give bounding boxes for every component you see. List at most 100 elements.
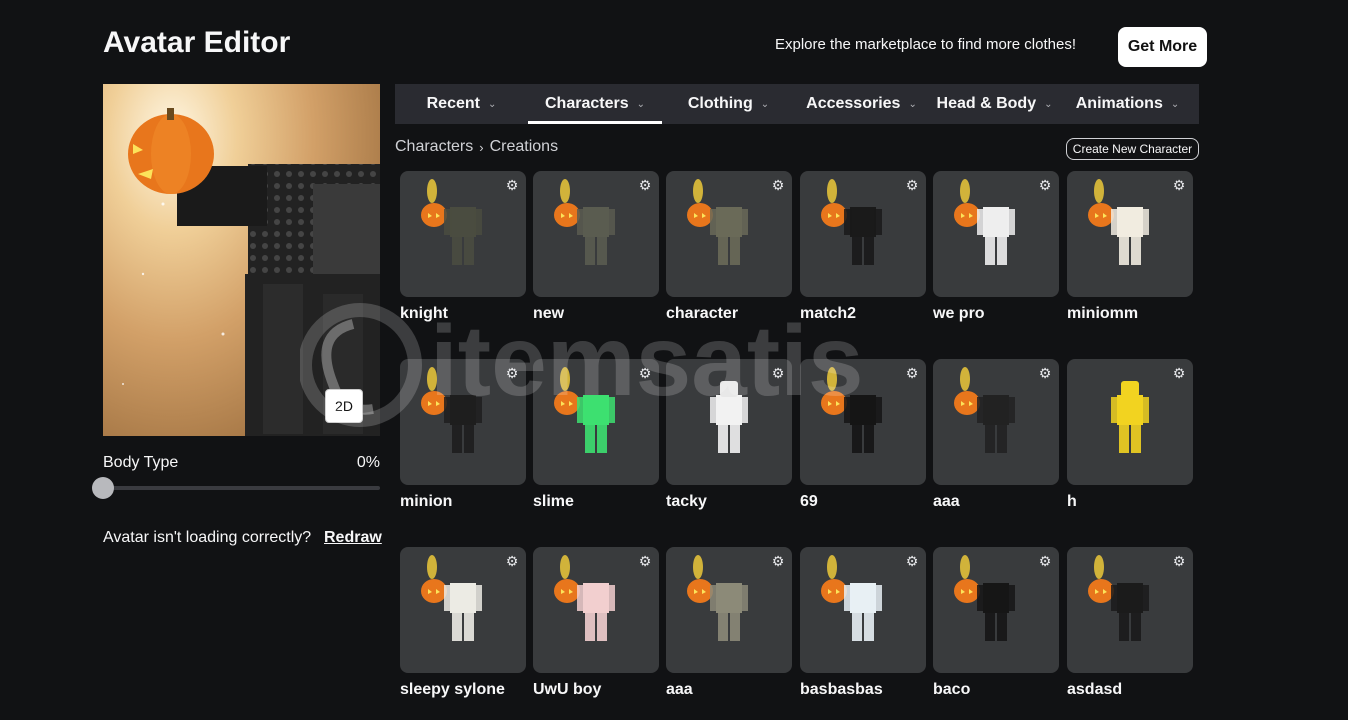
character-card[interactable]: ⚙ match2 [800, 171, 926, 339]
character-name: new [533, 305, 565, 322]
character-name: baco [933, 681, 971, 698]
character-card[interactable]: ⚙ basbasbas [800, 547, 926, 715]
gear-icon[interactable]: ⚙ [504, 365, 520, 381]
gear-icon[interactable]: ⚙ [770, 553, 786, 569]
tab-characters[interactable]: Characters ⌄ [528, 84, 662, 124]
get-more-button[interactable]: Get More [1118, 27, 1207, 67]
character-card[interactable]: ⚙ minion [400, 359, 526, 527]
sparkles [122, 202, 225, 385]
chevron-down-icon: ⌄ [1044, 98, 1053, 110]
breadcrumb-parent[interactable]: Characters [395, 138, 473, 156]
gear-icon[interactable]: ⚙ [770, 365, 786, 381]
tab-accessories[interactable]: Accessories ⌄ [795, 84, 928, 124]
body-type-slider-thumb[interactable] [92, 477, 114, 499]
character-thumbnail[interactable]: ⚙ [666, 359, 792, 485]
character-thumbnail[interactable]: ⚙ [400, 547, 526, 673]
character-name: minion [400, 493, 453, 510]
toggle-2d-button[interactable]: 2D [325, 389, 363, 423]
character-card[interactable]: ⚙ baco [933, 547, 1059, 715]
character-card[interactable]: ⚙ miniomm [1067, 171, 1193, 339]
breadcrumb-current: Creations [489, 138, 559, 155]
character-card[interactable]: ⚙ asdasd [1067, 547, 1193, 715]
avatar-loading-text: Avatar isn't loading correctly? [103, 529, 312, 546]
gear-icon[interactable]: ⚙ [1037, 177, 1053, 193]
tab-animations[interactable]: Animations ⌄ [1061, 84, 1194, 124]
chevron-right-icon: › [479, 139, 484, 155]
character-name: knight [400, 305, 448, 322]
character-card[interactable]: ⚙ knight [400, 171, 526, 339]
character-name: h [1067, 493, 1077, 510]
character-thumbnail[interactable]: ⚙ [1067, 547, 1193, 673]
character-thumbnail[interactable]: ⚙ [533, 171, 659, 297]
avatar-render [122, 108, 380, 436]
character-card[interactable]: ⚙ slime [533, 359, 659, 527]
gear-icon[interactable]: ⚙ [904, 553, 920, 569]
character-card[interactable]: ⚙ tacky [666, 359, 792, 527]
gear-icon[interactable]: ⚙ [504, 177, 520, 193]
character-card[interactable]: ⚙ we pro [933, 171, 1059, 339]
character-card[interactable]: ⚙ sleepy sylone [400, 547, 526, 715]
chevron-down-icon: ⌄ [760, 98, 770, 110]
tab-clothing[interactable]: Clothing ⌄ [662, 84, 795, 124]
character-thumbnail[interactable]: ⚙ [1067, 359, 1193, 485]
gear-icon[interactable]: ⚙ [637, 365, 653, 381]
character-name: aaa [933, 493, 960, 510]
gear-icon[interactable]: ⚙ [637, 553, 653, 569]
redraw-link[interactable]: Redraw [324, 529, 382, 547]
create-new-character-button[interactable]: Create New Character [1066, 138, 1199, 160]
character-card[interactable]: ⚙ new [533, 171, 659, 339]
character-thumbnail[interactable]: ⚙ [933, 171, 1059, 297]
character-card[interactable]: ⚙ h [1067, 359, 1193, 527]
character-thumbnail[interactable]: ⚙ [800, 171, 926, 297]
character-thumbnail[interactable]: ⚙ [800, 359, 926, 485]
tab-recent[interactable]: Recent ⌄ [395, 84, 528, 124]
character-thumbnail[interactable]: ⚙ [400, 171, 526, 297]
marketplace-promo-text: Explore the marketplace to find more clo… [775, 36, 1076, 53]
body-type-label: Body Type [103, 454, 179, 471]
character-thumbnail[interactable]: ⚙ [666, 547, 792, 673]
tab-label: Accessories [806, 95, 901, 112]
tab-label: Head & Body [936, 95, 1037, 112]
tab-label: Clothing [687, 95, 753, 112]
character-thumbnail[interactable]: ⚙ [666, 171, 792, 297]
character-thumbnail[interactable]: ⚙ [933, 547, 1059, 673]
gear-icon[interactable]: ⚙ [1171, 177, 1187, 193]
character-name: match2 [800, 305, 857, 322]
tab-head-body[interactable]: Head & Body ⌄ [928, 84, 1061, 124]
character-name: miniomm [1067, 305, 1139, 322]
character-thumbnail[interactable]: ⚙ [533, 359, 659, 485]
gear-icon[interactable]: ⚙ [1037, 365, 1053, 381]
character-name: aaa [666, 681, 693, 698]
tab-label: Animations [1075, 95, 1163, 112]
character-thumbnail[interactable]: ⚙ [400, 359, 526, 485]
character-card[interactable]: ⚙ character [666, 171, 792, 339]
gear-icon[interactable]: ⚙ [1171, 553, 1187, 569]
character-name: character [666, 305, 739, 322]
avatar-preview[interactable] [103, 84, 380, 436]
gear-icon[interactable]: ⚙ [1037, 553, 1053, 569]
character-card[interactable]: ⚙ 69 [800, 359, 926, 527]
body-type-slider-track[interactable] [103, 486, 380, 490]
tab-label: Characters [545, 95, 629, 112]
gear-icon[interactable]: ⚙ [1171, 365, 1187, 381]
character-card[interactable]: ⚙ UwU boy [533, 547, 659, 715]
gear-icon[interactable]: ⚙ [637, 177, 653, 193]
character-thumbnail[interactable]: ⚙ [800, 547, 926, 673]
chevron-down-icon: ⌄ [636, 98, 645, 110]
gear-icon[interactable]: ⚙ [770, 177, 786, 193]
character-name: we pro [933, 305, 985, 322]
chevron-down-icon: ⌄ [487, 98, 497, 110]
character-thumbnail[interactable]: ⚙ [933, 359, 1059, 485]
character-thumbnail[interactable]: ⚙ [1067, 171, 1193, 297]
gear-icon[interactable]: ⚙ [904, 365, 920, 381]
character-card[interactable]: ⚙ aaa [666, 547, 792, 715]
character-name: 69 [800, 493, 818, 510]
gear-icon[interactable]: ⚙ [504, 553, 520, 569]
character-name: tacky [666, 493, 707, 510]
character-name: slime [533, 493, 574, 510]
character-card[interactable]: ⚙ aaa [933, 359, 1059, 527]
gear-icon[interactable]: ⚙ [904, 177, 920, 193]
character-name: sleepy sylone [400, 681, 505, 698]
category-tabs: Recent ⌄ Characters ⌄ Clothing ⌄ Accesso… [395, 84, 1199, 124]
character-thumbnail[interactable]: ⚙ [533, 547, 659, 673]
